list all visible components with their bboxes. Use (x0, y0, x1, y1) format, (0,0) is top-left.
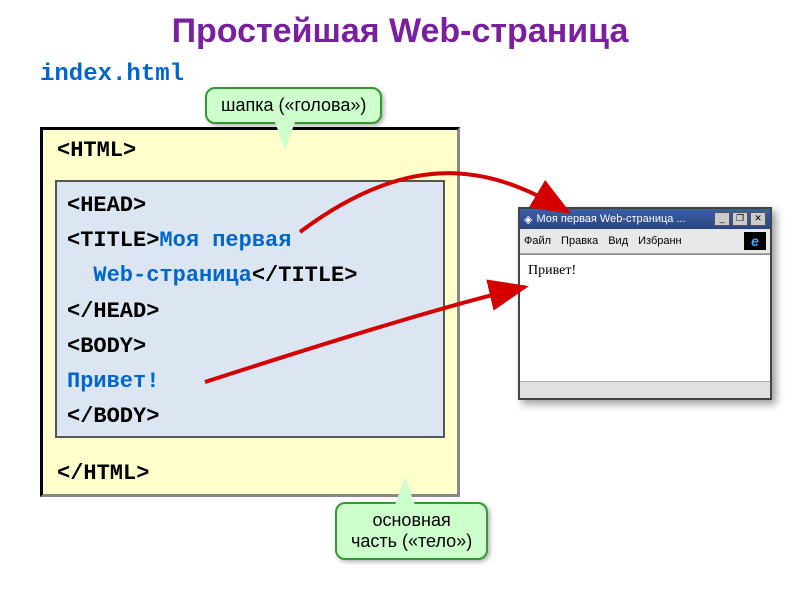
browser-menubar: Файл Правка Вид Избранн e (520, 229, 770, 254)
title-open: <TITLE> (67, 228, 159, 253)
browser-window: ◈ Моя первая Web-страница ... _ ❐ ✕ Файл… (518, 207, 772, 400)
browser-content: Привет! (520, 254, 770, 381)
close-button[interactable]: ✕ (750, 212, 766, 226)
body-close: </BODY> (67, 404, 159, 429)
body-open: <BODY> (67, 334, 146, 359)
title-close: </TITLE> (252, 263, 358, 288)
callout-head: шапка («голова») (205, 87, 382, 124)
callout-body-l1: основная (372, 510, 450, 530)
minimize-button[interactable]: _ (714, 212, 730, 226)
ie-page-icon: ◈ (524, 213, 532, 226)
callout-body-tail (395, 477, 415, 505)
filename-label: index.html (40, 61, 800, 88)
head-close: </HEAD> (67, 299, 159, 324)
html-close-tag: </HTML> (57, 461, 149, 486)
browser-statusbar (520, 381, 770, 398)
slide-title: Простейшая Web-страница (0, 12, 800, 51)
menu-file[interactable]: Файл (524, 235, 551, 247)
maximize-button[interactable]: ❐ (732, 212, 748, 226)
body-text: Привет! (67, 369, 159, 394)
callout-head-tail (275, 122, 295, 150)
browser-title-text: Моя первая Web-страница ... (536, 213, 685, 225)
menu-favorites[interactable]: Избранн (638, 235, 682, 247)
title-text-2: Web-страница (93, 263, 251, 288)
callout-body: основная часть («тело») (335, 502, 488, 560)
browser-titlebar: ◈ Моя первая Web-страница ... _ ❐ ✕ (520, 209, 770, 229)
ie-logo-icon: e (744, 232, 766, 250)
title-text-1: Моя первая (159, 228, 291, 253)
callout-body-l2: часть («тело») (351, 531, 472, 551)
head-open: <HEAD> (67, 193, 146, 218)
menu-edit[interactable]: Правка (561, 235, 598, 247)
html-open-tag: <HTML> (57, 138, 443, 163)
menu-view[interactable]: Вид (608, 235, 628, 247)
code-box-inner: <HEAD> <TITLE>Моя первая Web-страница</T… (55, 180, 445, 438)
